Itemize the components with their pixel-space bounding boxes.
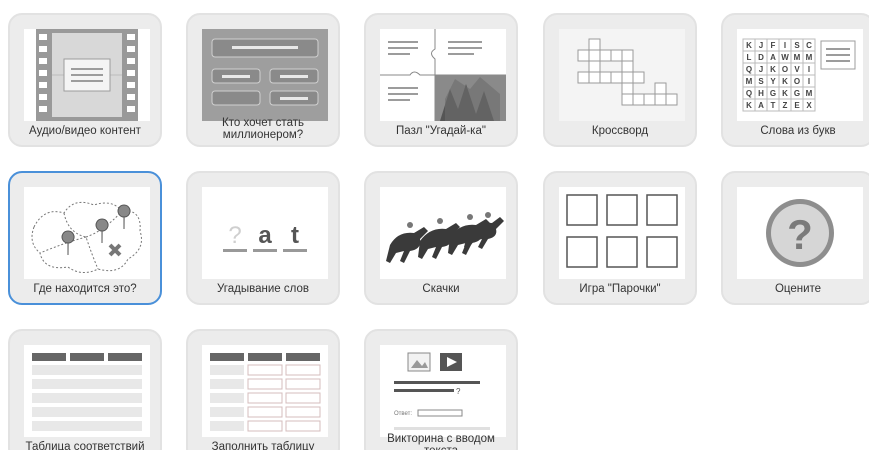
card-audio-video[interactable]: Аудио/видео контент [8,13,162,147]
letter-glyph: S [794,41,800,50]
question-mark-icon: ? [737,187,863,279]
card-pairs[interactable]: Игра "Парочки" [543,171,697,305]
card-label: Игра "Парочки" [579,283,661,295]
card-label: Кто хочет стать миллионером? [222,117,304,141]
letter-glyph: M [746,77,753,86]
card-label: Где находится это? [33,283,137,295]
letter-glyph: K [782,89,788,98]
card-word-guess[interactable]: ? a t Угадывание слов [186,171,340,305]
card-label: Аудио/видео контент [29,125,141,137]
text-input-quiz-icon: ? Ответ: [380,345,506,437]
card-label: Слова из букв [760,125,836,137]
question-mark-text: ? [787,211,813,258]
letter-glyph: X [806,101,812,110]
letter-glyph: Q [746,89,752,98]
letter-glyph: J [759,41,763,50]
letter-glyph: Y [770,77,776,86]
letter-glyph: V [794,65,800,74]
word-guess-icon: ? a t [202,187,328,279]
card-matching-table[interactable]: Таблица соответствий [8,329,162,450]
letter-glyph: I [784,41,786,50]
letter-glyph: T [771,101,776,110]
letter-glyph: M [794,53,801,62]
card-where-is-it[interactable]: Где находится это? [8,171,162,305]
millionaire-quiz-icon [202,29,328,121]
letter-glyph: L [747,53,752,62]
letter-glyph: K [782,77,788,86]
letter-glyph: O [782,65,788,74]
letter-glyph: K [770,65,776,74]
letter-glyph: G [794,89,800,98]
card-puzzle[interactable]: Пазл "Угадай-ка" [364,13,518,147]
letter-glyph: I [808,77,810,86]
pairs-grid-icon [559,187,685,279]
letter-glyph: M [806,89,813,98]
word-guess-a: a [258,222,272,249]
letter-glyph: D [758,53,764,62]
letter-glyph: E [794,101,800,110]
horse-race-icon [380,187,506,279]
card-label: Заполнить таблицу [211,441,315,450]
letter-grid-icon: KJFISCLDAWMMQJKOVIMSYKOIQHGKGMKATZEX [737,29,863,121]
card-horse-race[interactable]: Скачки [364,171,518,305]
card-label: Оцените [774,283,822,295]
letter-glyph: O [794,77,800,86]
card-label: Кроссворд [591,125,649,137]
matching-table-icon [24,345,150,437]
letter-glyph: Q [746,65,752,74]
svg-text:?: ? [456,387,461,396]
card-text-quiz[interactable]: ? Ответ: Викторина с вводом текста [364,329,518,450]
card-words-from-letters[interactable]: KJFISCLDAWMMQJKOVIMSYKOIQHGKGMKATZEX Сло… [721,13,869,147]
letter-glyph: M [806,53,813,62]
crossword-icon [559,29,685,121]
card-label: Таблица соответствий [25,441,145,450]
letter-glyph: G [770,89,776,98]
letter-glyph: Z [783,101,788,110]
map-pins-icon [24,187,150,279]
letter-glyph: F [771,41,776,50]
card-rate[interactable]: ? Оцените [721,171,869,305]
letter-glyph: K [746,41,752,50]
letter-glyph: I [808,65,810,74]
letter-glyph: A [758,101,764,110]
card-millionaire[interactable]: Кто хочет стать миллионером? [186,13,340,147]
fill-table-icon [202,345,328,437]
filmstrip-icon [24,29,150,121]
card-fill-table[interactable]: Заполнить таблицу [186,329,340,450]
card-label: Викторина с вводом текста [387,433,495,450]
card-crossword[interactable]: Кроссворд [543,13,697,147]
letter-glyph: S [758,77,764,86]
word-guess-t: t [291,222,299,249]
letter-glyph: J [759,65,763,74]
puzzle-icon [380,29,506,121]
word-guess-q: ? [228,222,241,249]
letter-glyph: K [746,101,752,110]
letter-glyph: C [806,41,812,50]
letter-glyph: W [781,53,789,62]
answer-label: Ответ: [394,411,412,417]
card-label: Пазл "Угадай-ка" [396,125,486,137]
letter-glyph: H [758,89,764,98]
card-label: Угадывание слов [217,283,309,295]
activity-grid: Аудио/видео контент Кто хочет стать милл… [0,0,869,450]
card-label: Скачки [422,283,460,295]
letter-glyph: A [770,53,776,62]
